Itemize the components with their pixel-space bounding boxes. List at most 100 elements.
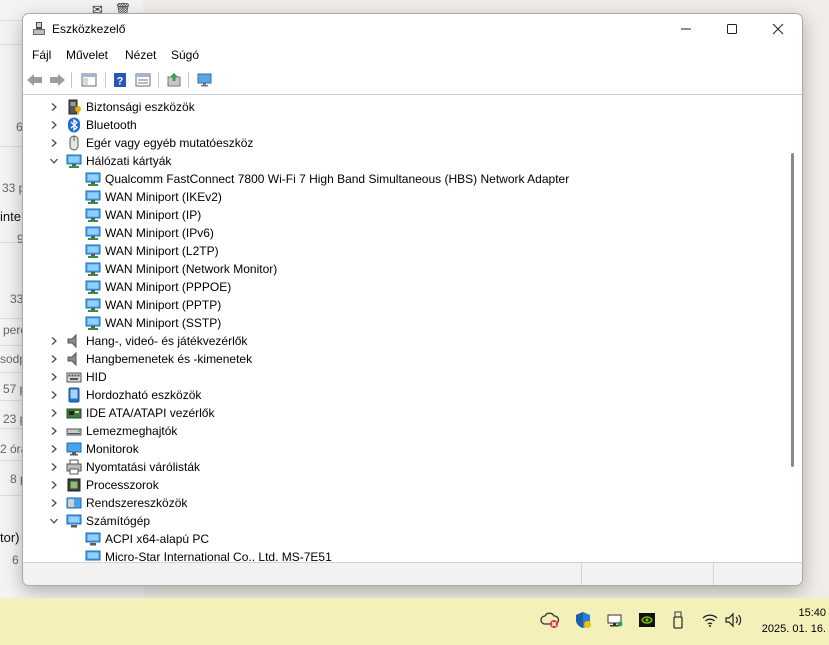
properties-button[interactable]	[133, 70, 153, 90]
tree-device[interactable]: Micro-Star International Co., Ltd. MS-7E…	[24, 548, 784, 561]
windows-security-icon[interactable]	[573, 610, 593, 630]
tree-category[interactable]: Számítógép	[24, 512, 784, 530]
chevron-right-icon[interactable]	[48, 406, 60, 420]
scan-hardware-button[interactable]	[195, 70, 215, 90]
tree-item-label: Processzorok	[86, 478, 159, 492]
chevron-right-icon[interactable]	[48, 352, 60, 366]
status-bar	[23, 562, 802, 585]
mouse-icon	[66, 135, 82, 151]
tree-device[interactable]: WAN Miniport (IKEv2)	[24, 188, 784, 206]
tree-item-label: Hangbemenetek és -kimenetek	[86, 352, 253, 366]
show-hide-tree-button[interactable]	[79, 70, 99, 90]
chevron-right-icon[interactable]	[48, 388, 60, 402]
scrollbar-thumb[interactable]	[791, 153, 794, 467]
chevron-right-icon[interactable]	[48, 442, 60, 456]
network-adapter-icon	[85, 243, 101, 259]
tree-device[interactable]: WAN Miniport (IPv6)	[24, 224, 784, 242]
maximize-button[interactable]	[709, 14, 755, 44]
tree-item-label: Micro-Star International Co., Ltd. MS-7E…	[105, 550, 332, 561]
network-device-icon[interactable]	[605, 610, 625, 630]
help-button[interactable]: ?	[110, 70, 130, 90]
network-adapter-icon	[85, 315, 101, 331]
computer-icon	[85, 549, 101, 561]
tree-item-label: WAN Miniport (IKEv2)	[105, 190, 222, 204]
close-button[interactable]	[755, 14, 801, 44]
chevron-down-icon[interactable]	[48, 154, 60, 168]
usb-drive-icon[interactable]	[668, 610, 688, 630]
tree-device[interactable]: WAN Miniport (PPTP)	[24, 296, 784, 314]
chevron-right-icon[interactable]	[48, 136, 60, 150]
tree-category[interactable]: Nyomtatási várólisták	[24, 458, 784, 476]
cloud-error-icon[interactable]	[540, 610, 560, 630]
tree-category[interactable]: Processzorok	[24, 476, 784, 494]
tree-device[interactable]: WAN Miniport (IP)	[24, 206, 784, 224]
close-icon	[772, 23, 784, 35]
tree-category[interactable]: Lemezmeghajtók	[24, 422, 784, 440]
device-tree[interactable]: Biztonsági eszközök Bluetooth Egér vagy eg…	[24, 95, 787, 561]
processor-icon	[66, 477, 82, 493]
menu-file[interactable]: Fájl	[32, 48, 51, 62]
background-text: 6	[12, 553, 19, 567]
title-bar[interactable]: Eszközkezelő	[23, 14, 802, 44]
update-driver-button[interactable]	[164, 70, 184, 90]
network-adapter-icon	[85, 171, 101, 187]
network-adapter-icon	[85, 297, 101, 313]
tree-item-label: WAN Miniport (SSTP)	[105, 316, 222, 330]
tree-device[interactable]: Qualcomm FastConnect 7800 Wi-Fi 7 High B…	[24, 170, 784, 188]
chevron-right-icon[interactable]	[48, 460, 60, 474]
status-separator	[581, 563, 582, 585]
tree-category[interactable]: Hálózati kártyák	[24, 152, 784, 170]
background-text: tor)	[0, 530, 20, 545]
toolbar: ?	[23, 67, 802, 95]
tree-item-label: WAN Miniport (PPPOE)	[105, 280, 232, 294]
tree-category[interactable]: Hang-, videó- és játékvezérlők	[24, 332, 784, 350]
tree-category[interactable]: HID	[24, 368, 784, 386]
tree-category[interactable]: Bluetooth	[24, 116, 784, 134]
nvidia-icon[interactable]	[637, 610, 657, 630]
taskbar: 15:40 2025. 01. 16.	[0, 598, 829, 645]
tree-device[interactable]: WAN Miniport (PPPOE)	[24, 278, 784, 296]
back-button[interactable]	[25, 70, 45, 90]
tree-device[interactable]: ACPI x64-alapú PC	[24, 530, 784, 548]
network-adapter-icon	[85, 261, 101, 277]
menu-action[interactable]: Művelet	[66, 48, 108, 62]
chevron-right-icon[interactable]	[48, 424, 60, 438]
menu-view[interactable]: Nézet	[125, 48, 156, 62]
chevron-right-icon[interactable]	[48, 118, 60, 132]
forward-arrow-icon	[50, 74, 65, 86]
network-adapter-icon	[85, 279, 101, 295]
chevron-right-icon[interactable]	[48, 370, 60, 384]
chevron-right-icon[interactable]	[48, 496, 60, 510]
speaker-icon	[66, 351, 82, 367]
tree-category[interactable]: IDE ATA/ATAPI vezérlők	[24, 404, 784, 422]
ide-controller-icon	[66, 405, 82, 421]
clock[interactable]: 15:40 2025. 01. 16.	[762, 605, 826, 637]
portable-device-icon	[66, 387, 82, 403]
tree-item-label: Bluetooth	[86, 118, 137, 132]
tree-category[interactable]: Hordozható eszközök	[24, 386, 784, 404]
update-driver-icon	[167, 73, 181, 87]
volume-icon[interactable]	[724, 610, 744, 630]
chevron-right-icon[interactable]	[48, 334, 60, 348]
vertical-scrollbar[interactable]	[787, 95, 801, 561]
chevron-right-icon[interactable]	[48, 100, 60, 114]
tree-item-label: Hordozható eszközök	[86, 388, 202, 402]
tree-item-label: WAN Miniport (L2TP)	[105, 244, 219, 258]
system-device-icon	[66, 495, 82, 511]
minimize-button[interactable]	[663, 14, 709, 44]
menu-help[interactable]: Súgó	[171, 48, 199, 62]
chevron-right-icon[interactable]	[48, 478, 60, 492]
tree-category[interactable]: Rendszereszközök	[24, 494, 784, 512]
tree-category[interactable]: Monitorok	[24, 440, 784, 458]
tree-device[interactable]: WAN Miniport (Network Monitor)	[24, 260, 784, 278]
tree-device[interactable]: WAN Miniport (L2TP)	[24, 242, 784, 260]
computer-icon	[85, 531, 101, 547]
wifi-icon[interactable]	[700, 610, 720, 630]
tree-category[interactable]: Biztonsági eszközök	[24, 98, 784, 116]
tree-category[interactable]: Hangbemenetek és -kimenetek	[24, 350, 784, 368]
forward-button[interactable]	[47, 70, 67, 90]
speaker-icon	[66, 333, 82, 349]
tree-category[interactable]: Egér vagy egyéb mutatóeszköz	[24, 134, 784, 152]
chevron-down-icon[interactable]	[48, 514, 60, 528]
tree-device[interactable]: WAN Miniport (SSTP)	[24, 314, 784, 332]
